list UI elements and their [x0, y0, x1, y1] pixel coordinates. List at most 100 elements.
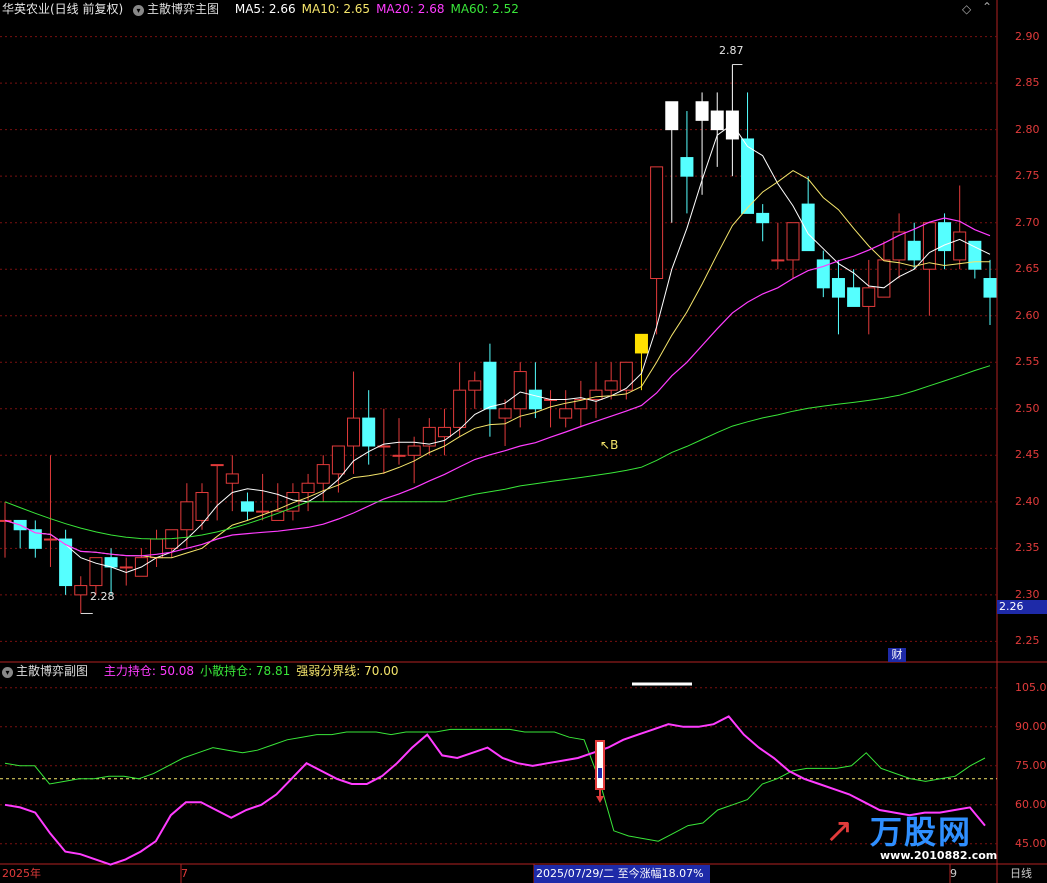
signal-arrow-icon: [596, 796, 604, 803]
signal-bar: [595, 740, 605, 790]
logo-text: 万股网: [870, 813, 973, 851]
candle-body: [831, 278, 845, 298]
logo-url: www.2010882.com: [880, 849, 998, 862]
candlestick-chart[interactable]: [0, 0, 1047, 883]
candle-body: [331, 445, 345, 475]
candle-body: [210, 464, 224, 467]
signal-bar-inner: [598, 768, 602, 778]
ma-legend-item: MA60: 2.52: [450, 2, 519, 16]
y-tick-label: 2.55: [1015, 355, 1040, 369]
right-axis-label: 9: [950, 867, 957, 880]
candle-body: [771, 259, 785, 262]
high-price-label: 2.87: [719, 44, 744, 57]
y-tick-label: 2.70: [1015, 215, 1040, 229]
candle-body: [619, 361, 633, 391]
candle-body: [195, 492, 209, 521]
y-tick-label: 2.50: [1015, 401, 1040, 415]
candle-body: [119, 566, 133, 569]
sub-header: ▾ 主散博弈副图 主力持仓: 50.08 小散持仓: 78.81 强弱分界线: 70.…: [2, 662, 411, 680]
candle-body: [650, 166, 664, 280]
sub-legend-item: 强弱分界线: 70.00: [296, 664, 399, 678]
candle-body: [43, 538, 57, 541]
candle-body: [741, 138, 755, 214]
candle-body: [240, 501, 254, 512]
stock-name: 华英农业(日线 前复权): [2, 2, 124, 16]
ma-legend-item: MA10: 2.65: [301, 2, 371, 16]
chevron-down-icon[interactable]: ▾: [2, 667, 13, 678]
y-tick-label: 2.75: [1015, 169, 1040, 183]
y-tick-label: 2.90: [1015, 29, 1040, 43]
candle-body: [483, 361, 497, 410]
period-label[interactable]: 日线: [1010, 865, 1032, 883]
candle-body: [786, 222, 800, 261]
chevron-up-icon[interactable]: ⌃: [982, 0, 992, 14]
candle-body: [907, 240, 921, 261]
diamond-icon[interactable]: ◇: [962, 2, 971, 16]
candle-body: [801, 203, 815, 252]
indicator-dropdown[interactable]: ▾ 主散博弈主图: [133, 2, 225, 16]
candle-body: [983, 278, 997, 298]
chevron-down-icon[interactable]: ▾: [133, 5, 145, 16]
y-tick-label: 2.35: [1015, 541, 1040, 555]
ma20-line: [4, 217, 991, 557]
indicator-name: 主散博弈主图: [147, 2, 220, 16]
logo-arrow-icon: ↗: [825, 811, 854, 851]
candle-body: [225, 473, 239, 484]
y-tick-label: 2.40: [1015, 494, 1040, 508]
candle-body: [407, 445, 421, 456]
candle-body: [559, 408, 573, 419]
y-tick-label: 2.60: [1015, 308, 1040, 322]
ma5-line: [4, 123, 991, 574]
sub-y-tick-label: 105.0: [1015, 680, 1047, 694]
ma-legend-item: MA20: 2.68: [376, 2, 445, 16]
y-tick-label: 2.25: [1015, 634, 1040, 648]
candle-body: [498, 408, 512, 419]
candle-body: [634, 333, 648, 354]
candle-body: [695, 101, 709, 121]
month-label: 7: [181, 867, 188, 880]
candle-body: [968, 240, 982, 270]
candle-body: [847, 287, 861, 307]
y-tick-label: 2.45: [1015, 448, 1040, 462]
candle-body: [362, 417, 376, 447]
candle-body: [680, 157, 694, 177]
sub-indicator-dropdown[interactable]: ▾ 主散博弈副图: [2, 664, 94, 678]
buy-signal-label: ↖B: [600, 438, 619, 452]
watermark-logo: ↗ 万股网 www.2010882.com: [825, 805, 1025, 863]
sub-legend: 主力持仓: 50.08 小散持仓: 78.81 强弱分界线: 70.00: [104, 664, 405, 678]
candle-body: [665, 101, 679, 131]
sub-legend-item: 主力持仓: 50.08: [103, 664, 195, 678]
candle-body: [437, 426, 451, 438]
current-price-badge: 2.26: [997, 600, 1047, 614]
sub-y-tick-label: 75.00: [1015, 758, 1047, 772]
sub-y-tick-label: 90.00: [1015, 719, 1047, 733]
sub-legend-item: 小散持仓: 78.81: [200, 664, 291, 678]
candle-body: [604, 380, 618, 391]
main-header: 华英农业(日线 前复权) ▾ 主散博弈主图 MA5: 2.66 MA10: 2.65…: [2, 0, 531, 18]
y-tick-label: 2.65: [1015, 262, 1040, 276]
candle-body: [74, 585, 88, 596]
ma-legend: MA5: 2.66 MA10: 2.65 MA20: 2.68 MA60: 2.52: [235, 2, 525, 16]
candle-body: [862, 287, 876, 307]
candle-body: [453, 389, 467, 428]
low-price-label: 2.28: [90, 590, 115, 603]
y-tick-label: 2.80: [1015, 122, 1040, 136]
date-readout: 2025/07/29/二 至今涨幅18.07%: [534, 865, 710, 883]
ma10-line: [4, 170, 990, 559]
candle-body: [513, 371, 527, 410]
candle-body: [816, 259, 830, 289]
candle-body: [180, 501, 194, 531]
candle-body: [710, 110, 724, 131]
candle-body: [756, 212, 770, 224]
financial-badge[interactable]: 财: [888, 648, 906, 662]
ma-legend-item: MA5: 2.66: [234, 2, 296, 16]
candle-body: [347, 417, 361, 447]
candle-body: [938, 222, 952, 252]
y-tick-label: 2.85: [1015, 76, 1040, 90]
candle-body: [286, 492, 300, 512]
candle-body: [392, 454, 406, 457]
sub-indicator-name: 主散博弈副图: [16, 664, 89, 678]
candle-body: [271, 510, 285, 521]
candle-body: [725, 110, 739, 140]
candle-body: [316, 464, 330, 484]
